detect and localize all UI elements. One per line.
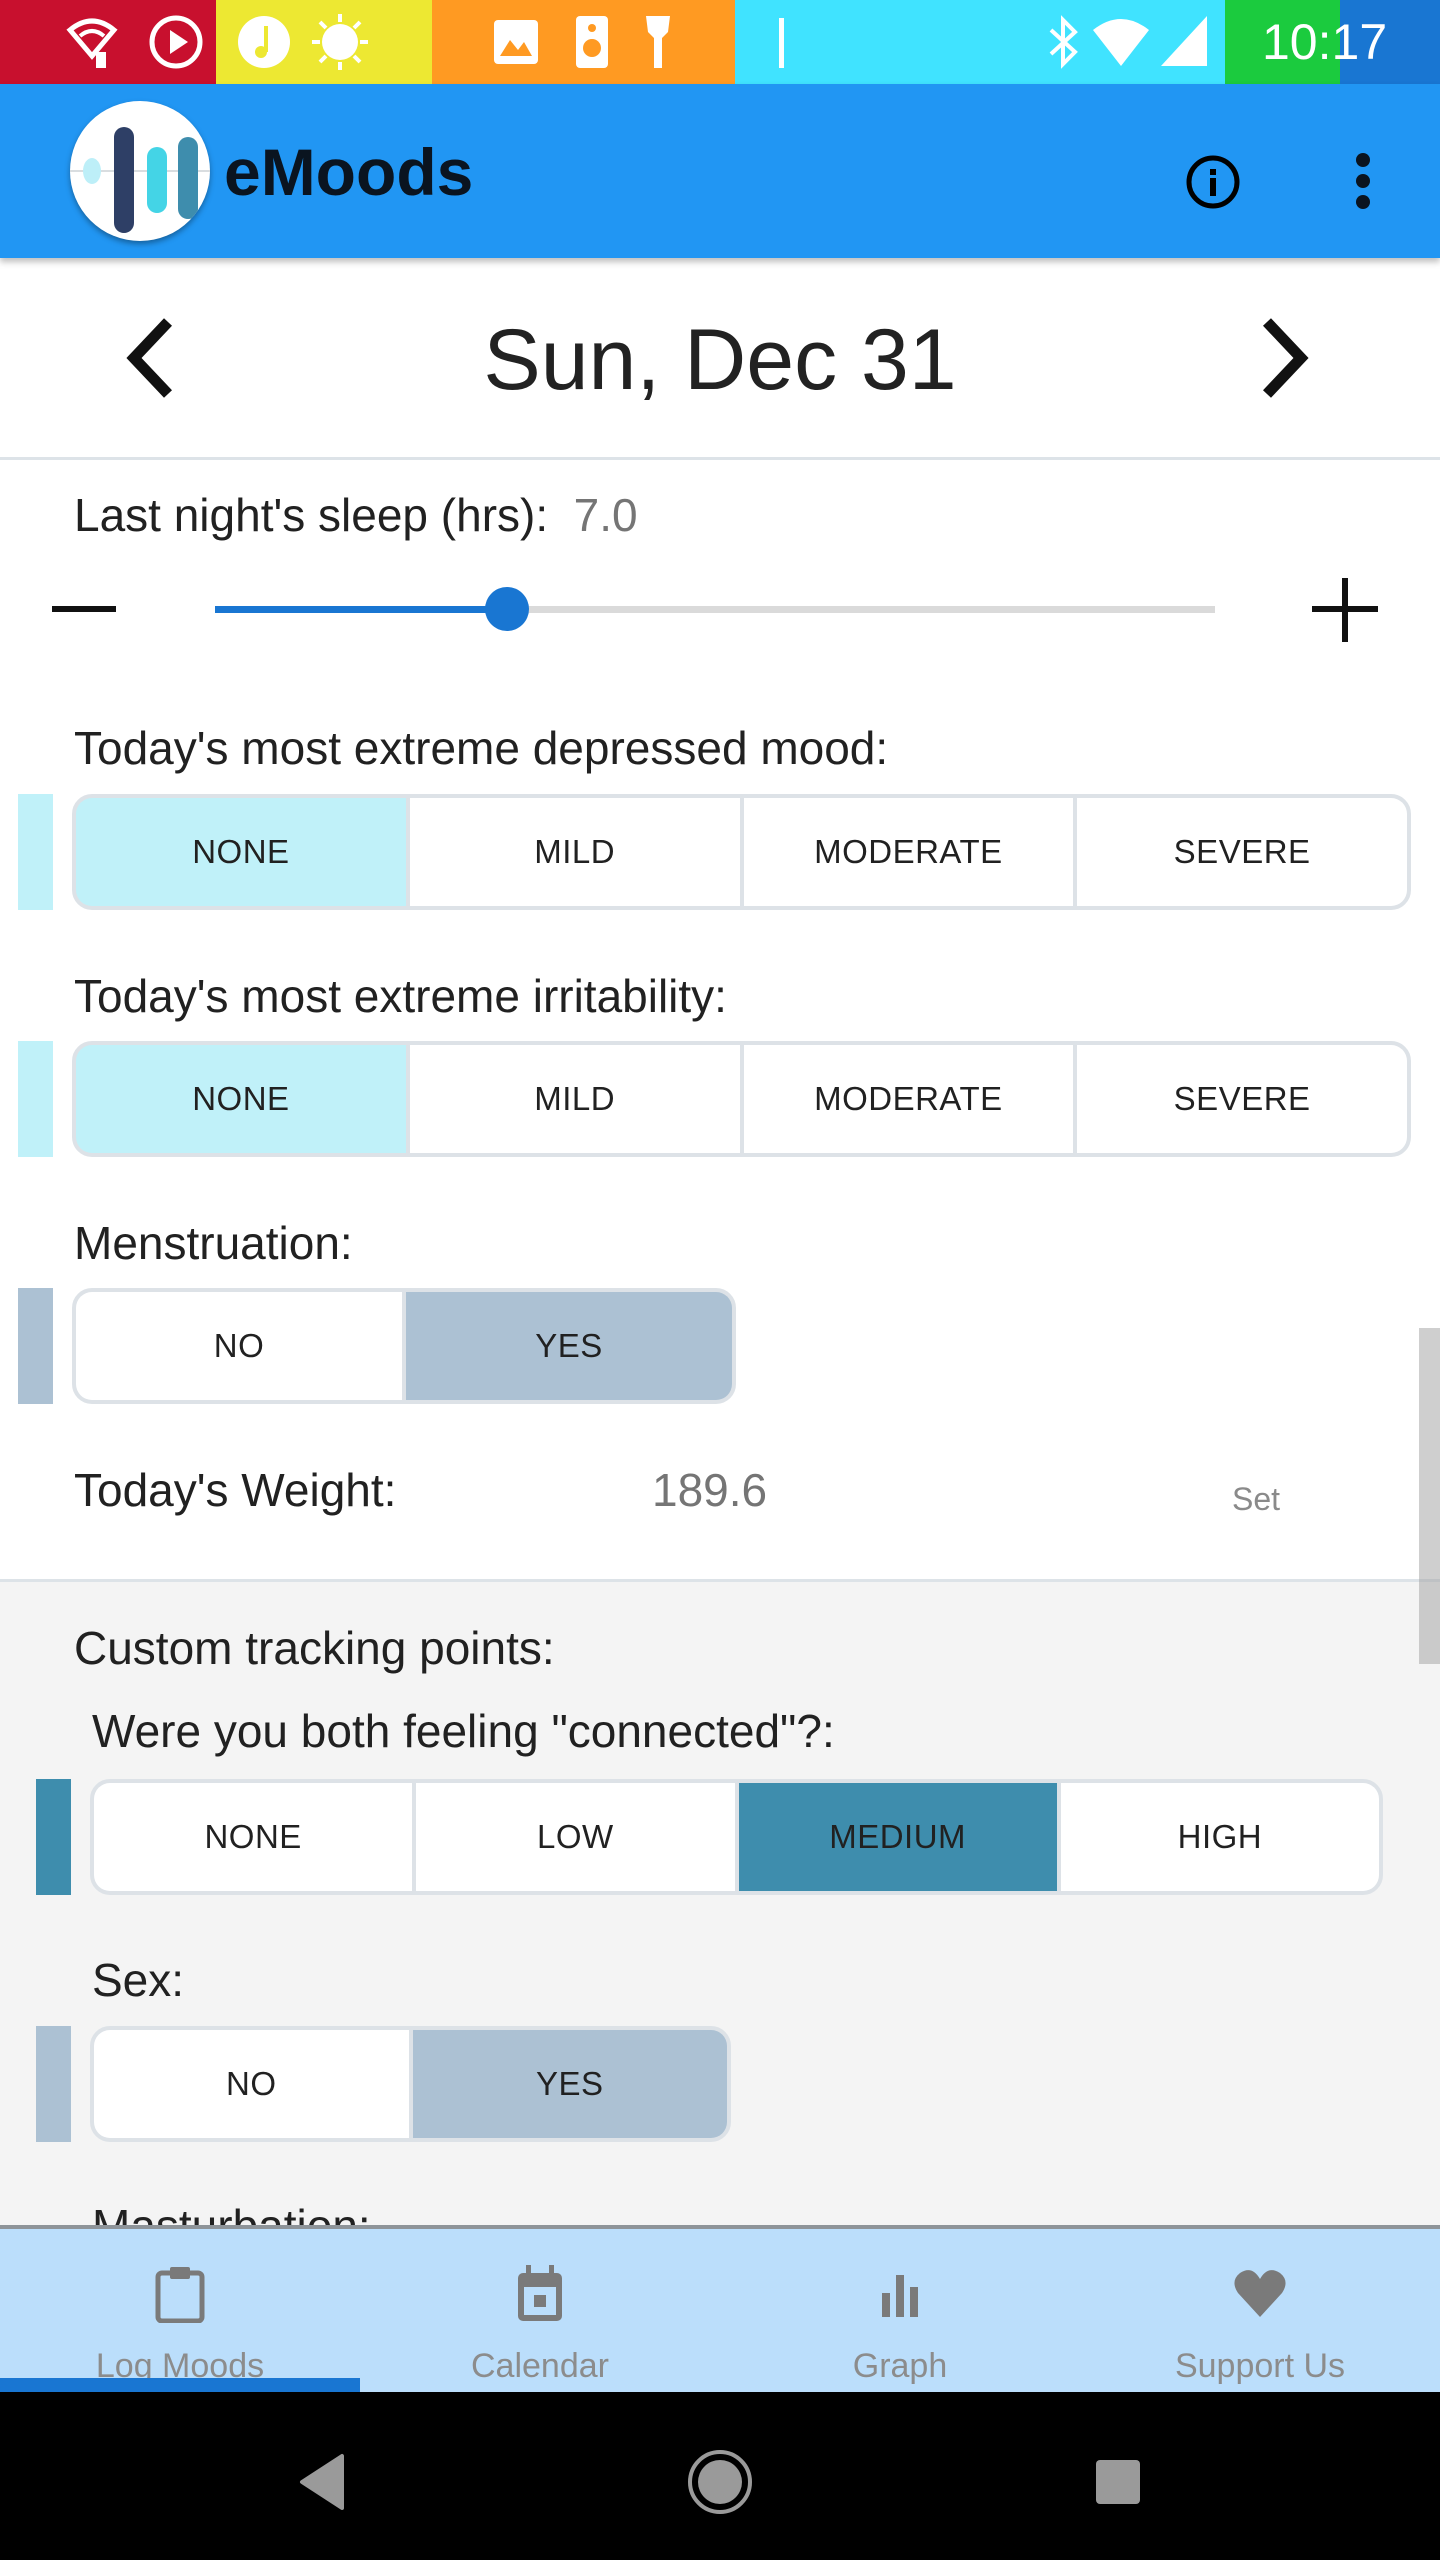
clipboard-icon xyxy=(155,2267,205,2323)
status-bar: 10:17 xyxy=(0,0,1440,84)
music-icon xyxy=(238,16,290,68)
menstruation-option-yes[interactable]: YES xyxy=(406,1292,732,1400)
image-icon xyxy=(494,20,538,64)
sex-label: Sex: xyxy=(92,1954,185,2006)
recents-icon[interactable] xyxy=(1078,2442,1158,2522)
sleep-decrement-button[interactable] xyxy=(52,606,116,612)
custom-tracking-title: Custom tracking points: xyxy=(74,1622,555,1674)
clock: 10:17 xyxy=(1262,14,1388,70)
nav-label: Graph xyxy=(852,2347,948,2385)
app-logo xyxy=(70,101,210,241)
system-navigation-bar xyxy=(0,2392,1440,2560)
weight-set-button[interactable]: Set xyxy=(1232,1481,1280,1518)
weight-value[interactable]: 189.6 xyxy=(652,1462,767,1518)
status-segment-red xyxy=(0,0,216,84)
nav-calendar[interactable]: Calendar xyxy=(360,2229,720,2392)
bluetooth-icon xyxy=(1049,15,1078,69)
heart-icon xyxy=(1234,2270,1286,2317)
status-segment-yellow xyxy=(216,0,432,84)
connected-option-high[interactable]: HIGH xyxy=(1060,1783,1379,1891)
status-segment-orange xyxy=(432,0,735,84)
wifi-call-icon xyxy=(66,18,118,68)
irritability-option-moderate[interactable]: MODERATE xyxy=(743,1045,1074,1153)
brightness-icon xyxy=(312,14,368,70)
menstruation-color-indicator xyxy=(18,1288,53,1404)
chevron-right-icon xyxy=(1263,318,1309,398)
depressed-label: Today's most extreme depressed mood: xyxy=(74,722,889,774)
nav-support-us[interactable]: Support Us xyxy=(1080,2229,1440,2392)
overflow-menu-button[interactable] xyxy=(1340,148,1386,218)
nav-label: Support Us xyxy=(1174,2347,1346,2385)
bar-chart-icon xyxy=(882,2275,918,2317)
nav-graph[interactable]: Graph xyxy=(720,2229,1080,2392)
next-day-button[interactable] xyxy=(1245,308,1325,408)
bar-icon xyxy=(779,18,784,68)
sex-color-indicator xyxy=(36,2026,71,2142)
irritability-option-none[interactable]: NONE xyxy=(76,1045,406,1153)
scrollbar[interactable] xyxy=(1419,1328,1440,1664)
home-icon[interactable] xyxy=(680,2442,760,2522)
speaker-icon xyxy=(576,16,608,68)
emoods-logo-icon xyxy=(70,127,210,233)
menstruation-option-no[interactable]: NO xyxy=(76,1292,402,1400)
app-bar: eMoods xyxy=(0,84,1440,258)
status-segment-cyan xyxy=(735,0,1225,84)
irritability-selector: NONE MILD MODERATE SEVERE xyxy=(72,1041,1411,1157)
connected-selector: NONE LOW MEDIUM HIGH xyxy=(90,1779,1383,1895)
sleep-slider-fill xyxy=(215,606,507,613)
sleep-label: Last night's sleep (hrs): xyxy=(74,489,549,541)
depressed-option-none[interactable]: NONE xyxy=(76,798,406,906)
play-icon xyxy=(149,15,203,69)
irritability-color-indicator xyxy=(18,1041,53,1157)
back-icon[interactable] xyxy=(282,2442,362,2522)
depressed-color-indicator xyxy=(18,794,53,910)
sex-selector: NO YES xyxy=(90,2026,731,2142)
connected-option-low[interactable]: LOW xyxy=(416,1783,735,1891)
sex-option-no[interactable]: NO xyxy=(94,2030,409,2138)
calendar-icon xyxy=(518,2265,562,2321)
depressed-option-mild[interactable]: MILD xyxy=(409,798,740,906)
depressed-selector: NONE MILD MODERATE SEVERE xyxy=(72,794,1411,910)
connected-option-none[interactable]: NONE xyxy=(94,1783,413,1891)
sleep-label-row: Last night's sleep (hrs): 7.0 xyxy=(74,487,638,543)
flashlight-icon xyxy=(646,16,670,68)
connected-option-medium[interactable]: MEDIUM xyxy=(738,1783,1057,1891)
info-button[interactable] xyxy=(1185,154,1241,210)
bottom-navigation: Log Moods Calendar Graph Support Us xyxy=(0,2225,1440,2392)
active-tab-indicator xyxy=(0,2378,360,2392)
connected-label: Were you both feeling "connected"?: xyxy=(92,1705,835,1757)
depressed-option-moderate[interactable]: MODERATE xyxy=(743,798,1074,906)
wifi-icon xyxy=(1093,19,1149,66)
depressed-option-severe[interactable]: SEVERE xyxy=(1077,798,1407,906)
sleep-value: 7.0 xyxy=(573,489,638,541)
irritability-option-mild[interactable]: MILD xyxy=(409,1045,740,1153)
app-title: eMoods xyxy=(224,135,474,209)
current-date: Sun, Dec 31 xyxy=(483,312,957,408)
sex-option-yes[interactable]: YES xyxy=(412,2030,727,2138)
irritability-label: Today's most extreme irritability: xyxy=(74,970,727,1022)
more-vert-icon xyxy=(1356,153,1370,209)
nav-label: Calendar xyxy=(471,2347,609,2385)
info-icon xyxy=(1186,155,1240,209)
signal-icon xyxy=(1161,16,1207,66)
weight-label: Today's Weight: xyxy=(74,1464,397,1516)
irritability-option-severe[interactable]: SEVERE xyxy=(1077,1045,1407,1153)
plus-icon-vertical xyxy=(1342,578,1348,642)
sleep-slider[interactable] xyxy=(215,587,1215,631)
menstruation-selector: NO YES xyxy=(72,1288,736,1404)
connected-color-indicator xyxy=(36,1779,71,1895)
date-navigator: Sun, Dec 31 xyxy=(0,258,1440,460)
nav-log-moods[interactable]: Log Moods xyxy=(0,2229,360,2392)
menstruation-label: Menstruation: xyxy=(74,1217,353,1269)
sleep-slider-thumb[interactable] xyxy=(484,587,529,631)
